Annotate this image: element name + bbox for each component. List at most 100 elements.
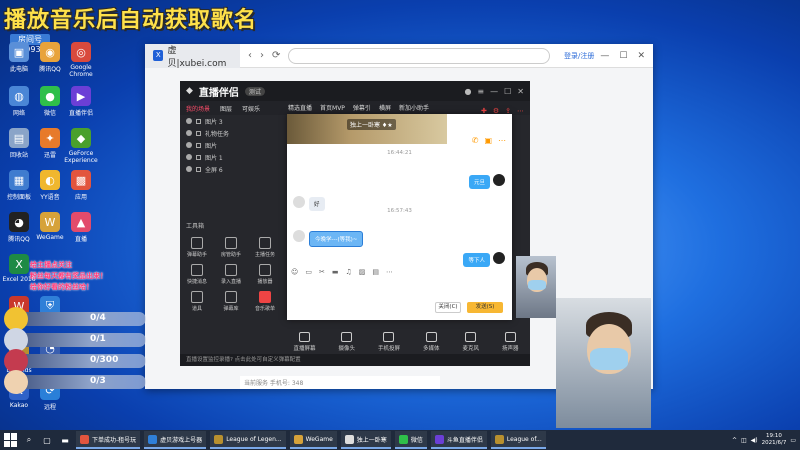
taskbar-app[interactable]: 下单成功-租号玩 (76, 431, 141, 449)
tab-layers[interactable]: 图层 (220, 104, 232, 113)
room-tab[interactable]: 首页MVP (320, 103, 345, 112)
room-tab[interactable]: 横屏 (379, 103, 391, 112)
source-button[interactable]: 麦克风 (462, 332, 479, 352)
network-icon[interactable]: ◍ 网络 (2, 86, 36, 117)
taskbar-app[interactable]: 微信 (394, 431, 427, 449)
layer-item[interactable]: 全屏 6 (180, 163, 282, 175)
tool-item[interactable]: 道具 (180, 291, 214, 312)
qq2-icon[interactable]: ◕ 腾讯QQ (2, 212, 36, 243)
layer-item[interactable]: 图片 (180, 139, 282, 151)
maximize-icon[interactable]: ☐ (619, 51, 627, 61)
room-tab[interactable]: 新加小助手 (399, 103, 429, 112)
source-button[interactable]: 摄像头 (338, 332, 355, 352)
search-icon[interactable]: ⌕ (22, 433, 36, 447)
lock-icon[interactable] (196, 142, 201, 148)
forward-icon[interactable]: › (260, 50, 264, 61)
chat-input[interactable] (287, 280, 512, 302)
emoji-icon[interactable]: ☺ (291, 268, 298, 276)
avatar[interactable] (293, 230, 305, 242)
live-icon[interactable]: ▲ 直播 (64, 212, 98, 243)
wegame-icon[interactable]: W WeGame (33, 212, 67, 241)
qq-icon[interactable]: ◉ 腾讯QQ (33, 42, 67, 73)
more-icon[interactable]: ⋯ (498, 136, 506, 145)
app-icon[interactable]: ▩ 应用 (64, 170, 98, 201)
lock-icon[interactable] (196, 118, 201, 124)
scissors-icon[interactable]: ✂ (319, 268, 325, 276)
browser-tab[interactable]: X 虚贝|xubei.com (145, 43, 240, 69)
image-icon[interactable]: ▨ (359, 268, 366, 276)
close-button[interactable]: 关闭(C) (435, 302, 461, 313)
tool-item[interactable]: 房管助手 (214, 237, 248, 258)
refresh-icon[interactable]: ⟳ (272, 50, 280, 61)
more-icon[interactable]: ⋯ (517, 107, 524, 115)
lock-icon[interactable] (196, 166, 201, 172)
room-tab[interactable]: 精选直播 (288, 103, 312, 112)
message-bubble[interactable]: 今晚学---(等我)~ (309, 231, 364, 247)
send-button[interactable]: 发送(S) (467, 302, 503, 313)
yy-icon[interactable]: ◐ YY语音 (33, 170, 67, 201)
tab-entertainment[interactable]: 可娱乐 (242, 104, 260, 113)
avatar[interactable] (493, 174, 505, 186)
taskbar-app[interactable]: League of Legen... (210, 431, 286, 449)
folder-icon[interactable]: ▬ (332, 268, 339, 276)
source-button[interactable]: 手机投屏 (378, 332, 400, 352)
app-menu-icon[interactable]: ≡ (477, 87, 484, 96)
taskbar-app[interactable]: 虚贝游戏上号器 (144, 431, 207, 449)
taskbar-app[interactable]: WeGame (289, 431, 337, 449)
taskbar-app[interactable]: 独上一卧寒 (340, 431, 391, 449)
avatar[interactable] (493, 252, 505, 264)
tool-item[interactable]: 音乐歌单 (248, 291, 282, 312)
video-call-icon[interactable]: ▣ (484, 136, 492, 145)
address-bar[interactable] (288, 47, 551, 64)
clock[interactable]: 19:10 2021/6/7 (762, 433, 787, 447)
source-button[interactable]: 直播屏幕 (293, 332, 316, 352)
message-bubble[interactable]: 元旦 (468, 175, 490, 189)
folder-icon[interactable]: ▬ (58, 433, 72, 447)
message-bubble[interactable]: 好 (309, 197, 325, 211)
tray-arrow-icon[interactable]: ^ (732, 437, 737, 444)
eye-icon[interactable] (186, 166, 192, 172)
this-pc-icon[interactable]: ▣ 此电脑 (2, 42, 36, 73)
eye-icon[interactable] (186, 154, 192, 160)
recycle-bin-icon[interactable]: ▤ 回收站 (2, 128, 36, 159)
windows-start-icon[interactable] (4, 433, 18, 447)
eye-icon[interactable] (186, 118, 192, 124)
layer-item[interactable]: 图片 3 (180, 115, 282, 127)
lock-icon[interactable] (196, 130, 201, 136)
avatar[interactable] (293, 196, 305, 208)
minimize-icon[interactable]: — (600, 51, 609, 61)
tool-item[interactable]: 主播任务 (248, 237, 282, 258)
thunder-icon[interactable]: ✦ 迅雷 (33, 128, 67, 159)
lock-icon[interactable] (196, 154, 201, 160)
tool-item[interactable]: 录入直播 (214, 264, 248, 285)
task-view-icon[interactable]: ▢ (40, 433, 54, 447)
taskbar-app[interactable]: 斗鱼直播伴侣 (430, 431, 487, 449)
app-avatar-icon[interactable]: ● (464, 87, 471, 96)
phone-icon[interactable]: ✆ (472, 136, 479, 145)
eye-icon[interactable] (186, 142, 192, 148)
login-link[interactable]: 登录/注册 (558, 51, 600, 61)
tool-item[interactable]: 播放器 (248, 264, 282, 285)
tab-scenes[interactable]: 我的场景 (186, 104, 210, 113)
taskbar-app[interactable]: League of... (490, 431, 546, 449)
live-companion-icon[interactable]: ▶ 直播伴侣 (64, 86, 98, 117)
back-icon[interactable]: ‹ (248, 50, 252, 61)
close-icon[interactable]: ✕ (637, 51, 645, 61)
gif-icon[interactable]: ▭ (305, 268, 312, 276)
wechat-icon[interactable]: ● 微信 (33, 86, 67, 117)
tool-item[interactable]: 弹幕库 (214, 291, 248, 312)
source-button[interactable]: 扬声器 (502, 332, 519, 352)
music-icon[interactable]: ♫ (345, 268, 351, 276)
source-button[interactable]: 多媒体 (423, 332, 440, 352)
chrome-icon[interactable]: ◎ Google Chrome (64, 42, 98, 78)
app-minimize-icon[interactable]: — (490, 87, 498, 96)
room-tab[interactable]: 弹幕引 (353, 103, 371, 112)
control-panel-icon[interactable]: ▦ 控制面板 (2, 170, 36, 201)
layer-item[interactable]: 图片 1 (180, 151, 282, 163)
app-maximize-icon[interactable]: ☐ (504, 87, 511, 96)
app-close-icon[interactable]: ✕ (517, 87, 524, 96)
network-icon[interactable]: ◫ (741, 437, 747, 444)
layer-item[interactable]: 礼物任务 (180, 127, 282, 139)
message-bubble[interactable]: 等下人 (463, 253, 490, 267)
tool-item[interactable]: 快捷消息 (180, 264, 214, 285)
